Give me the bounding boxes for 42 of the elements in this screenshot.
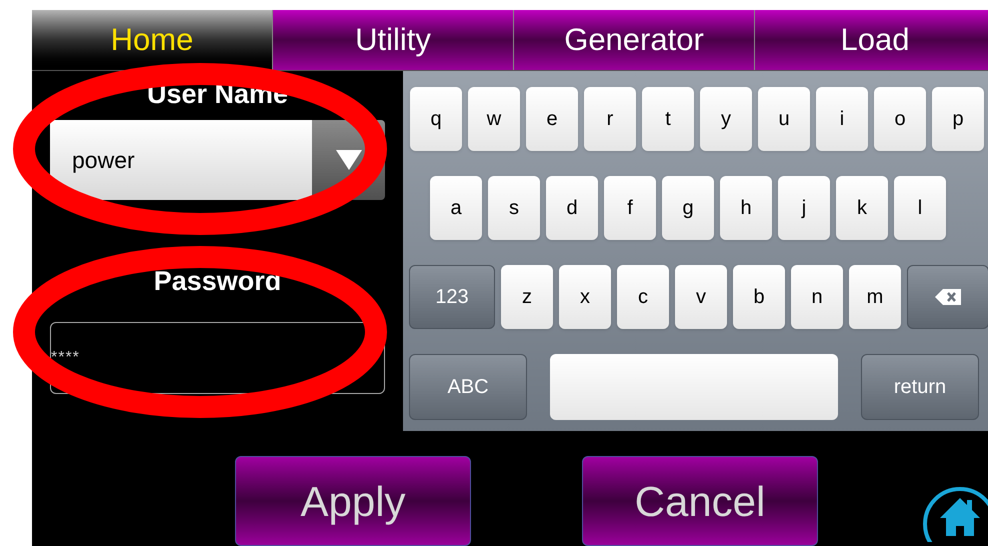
keyboard-key[interactable]: f (604, 176, 656, 240)
caret-icon (336, 150, 362, 170)
keyboard-key[interactable]: ABC (409, 354, 527, 420)
password-field[interactable]: **** (50, 322, 385, 394)
keyboard-key[interactable]: t (642, 87, 694, 152)
keyboard-key[interactable]: b (733, 265, 785, 330)
tab[interactable]: Load (755, 10, 988, 70)
tab[interactable]: Utility (273, 10, 514, 70)
keyboard-key[interactable]: u (758, 87, 810, 152)
home-icon[interactable] (920, 486, 988, 542)
keyboard-key[interactable]: 123 (409, 265, 495, 330)
keyboard-key[interactable]: c (617, 265, 669, 330)
keyboard-key[interactable]: y (700, 87, 752, 152)
keyboard-key[interactable]: h (720, 176, 772, 240)
keyboard-key[interactable]: o (874, 87, 926, 152)
keyboard-key[interactable]: m (849, 265, 901, 330)
keyboard-key[interactable]: p (932, 87, 984, 152)
field-value: power (72, 146, 135, 176)
keyboard-key[interactable]: l (894, 176, 946, 240)
keyboard-key[interactable]: r (584, 87, 636, 152)
keyboard-key[interactable]: k (836, 176, 888, 240)
keyboard-key[interactable]: d (546, 176, 598, 240)
keyboard-key[interactable]: g (662, 176, 714, 240)
tab[interactable]: Generator (514, 10, 755, 70)
action-button[interactable]: Cancel (582, 456, 818, 546)
keyboard-key[interactable]: s (488, 176, 540, 240)
keyboard-key[interactable]: w (468, 87, 520, 152)
keyboard-key[interactable]: i (816, 87, 868, 152)
keyboard-key[interactable]: q (410, 87, 462, 152)
keyboard-key[interactable]: return (861, 354, 979, 420)
field-label: Password (154, 268, 282, 296)
keyboard-key[interactable]: n (791, 265, 843, 330)
keyboard-key[interactable]: a (430, 176, 482, 240)
backspace-icon (935, 289, 961, 306)
keyboard-key[interactable]: x (559, 265, 611, 330)
keyboard-key[interactable]: z (501, 265, 553, 330)
backspace-key[interactable] (907, 265, 988, 330)
keyboard-key[interactable]: j (778, 176, 830, 240)
keyboard-key[interactable]: v (675, 265, 727, 330)
keyboard-key[interactable]: e (526, 87, 578, 152)
tab[interactable]: Home (32, 10, 273, 70)
action-button[interactable]: Apply (235, 456, 471, 546)
